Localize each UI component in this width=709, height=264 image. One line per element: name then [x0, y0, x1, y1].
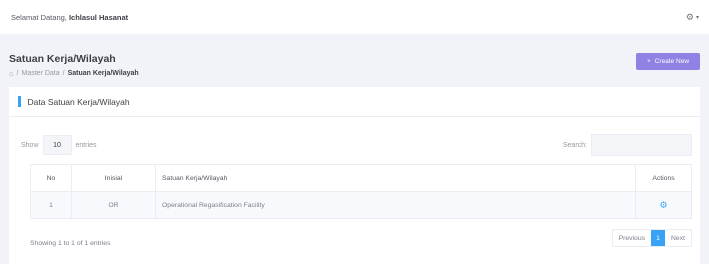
- next-button[interactable]: Next: [665, 230, 691, 246]
- card-title: Data Satuan Kerja/Wilayah: [27, 96, 130, 107]
- create-new-button[interactable]: + Create New: [636, 53, 700, 70]
- page-title: Satuan Kerja/Wilayah: [9, 53, 116, 65]
- column-header-actions: Actions: [635, 164, 692, 192]
- breadcrumb-separator: /: [62, 70, 65, 77]
- home-icon[interactable]: ⌂: [9, 69, 14, 78]
- data-table: No Inisial Satuan Kerja/Wilayah Actions …: [30, 164, 692, 219]
- card-accent-bar: [18, 96, 21, 107]
- previous-button[interactable]: Previous: [613, 230, 651, 246]
- column-header-satuan[interactable]: Satuan Kerja/Wilayah: [155, 164, 636, 192]
- cell-actions: ⚙: [635, 191, 692, 219]
- gear-icon[interactable]: ⚙: [659, 200, 667, 210]
- cell-no: 1: [30, 191, 72, 219]
- welcome-text: Selamat Datang, Ichlasul Hasanat: [11, 13, 128, 22]
- cell-inisial: OR: [71, 191, 156, 219]
- table-row: 1 OR Operational Regasification Facility…: [30, 191, 692, 219]
- user-name: Ichlasul Hasanat: [68, 12, 129, 22]
- create-new-label: Create New: [654, 58, 690, 65]
- entries-label: entries: [75, 141, 97, 149]
- search-input[interactable]: [591, 134, 692, 156]
- breadcrumb: ⌂ / Master Data / Satuan Kerja/Wilayah: [9, 69, 139, 78]
- card-header: Data Satuan Kerja/Wilayah: [9, 87, 700, 117]
- chevron-down-icon: ▾: [695, 14, 699, 21]
- data-card: Data Satuan Kerja/Wilayah Show 10 entrie…: [9, 87, 700, 264]
- breadcrumb-separator: /: [16, 70, 19, 77]
- welcome-prefix: Selamat Datang,: [11, 12, 67, 22]
- length-control: Show 10 entries: [21, 134, 97, 156]
- table-controls: Show 10 entries Search:: [9, 134, 700, 156]
- gear-icon: ⚙: [685, 11, 694, 22]
- cell-satuan: Operational Regasification Facility: [155, 191, 636, 219]
- plus-icon: +: [646, 58, 651, 65]
- table-info: Showing 1 to 1 of 1 entries: [30, 240, 111, 247]
- column-header-no[interactable]: No: [30, 164, 72, 192]
- table-header-row: No Inisial Satuan Kerja/Wilayah Actions: [30, 164, 692, 192]
- search-label: Search:: [562, 141, 587, 149]
- breadcrumb-current: Satuan Kerja/Wilayah: [67, 70, 139, 77]
- pagination: Previous 1 Next: [611, 229, 692, 247]
- entries-length-select[interactable]: 10: [42, 135, 72, 155]
- top-bar: Selamat Datang, Ichlasul Hasanat ⚙ ▾: [0, 0, 709, 34]
- column-header-inisial[interactable]: Inisial: [71, 164, 156, 192]
- page-button-1[interactable]: 1: [651, 230, 666, 246]
- user-menu[interactable]: ⚙ ▾: [686, 12, 699, 23]
- breadcrumb-master-data[interactable]: Master Data: [21, 70, 59, 77]
- search-control: Search:: [563, 134, 692, 156]
- show-label: Show: [21, 141, 39, 149]
- page-header: Satuan Kerja/Wilayah ⌂ / Master Data / S…: [0, 34, 709, 84]
